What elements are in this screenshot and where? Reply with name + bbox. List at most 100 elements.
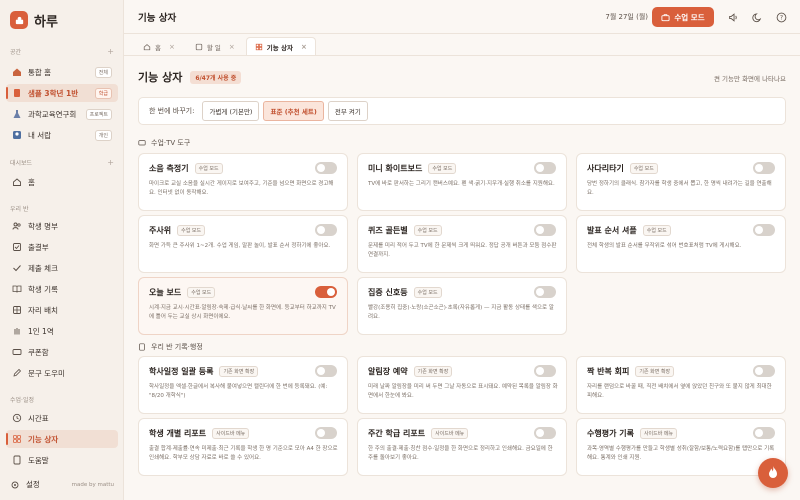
main-hint: 켠 기능만 화면에 나타나요 <box>714 75 786 83</box>
space-badge: 전체 <box>94 66 112 78</box>
card-title: 미니 화이트보드 <box>368 163 423 173</box>
feature-toggle[interactable] <box>315 365 337 377</box>
main-header: 기능 상자 6/47개 사용 중 <box>138 69 242 85</box>
sidebar-item-timetable[interactable]: 시간표 <box>6 409 118 427</box>
page-title: 기능 상자 <box>138 12 177 24</box>
coupon-icon <box>12 347 22 357</box>
feature-toggle[interactable] <box>534 162 556 174</box>
tab-home[interactable]: 홈 × <box>134 37 184 55</box>
card-title: 짝 반복 회피 <box>587 366 630 376</box>
preset-light-button[interactable]: 가볍게 (기본만) <box>202 101 260 121</box>
close-icon[interactable]: × <box>229 43 235 51</box>
feature-card[interactable]: 수행평가 기록 사이드바 메뉴 과목·영역별 수행평가를 만들고 학생별 성취(잘함… <box>576 418 786 476</box>
card-tag: 수업 모드 <box>187 286 216 298</box>
preset-all-button[interactable]: 전부 켜기 <box>327 101 368 121</box>
settings-link[interactable]: 설정 <box>26 479 72 490</box>
card-description: 한 주의 출결·제출·칭찬 점수·일정을 한 화면으로 정리하고 인쇄해요. 금… <box>368 446 553 461</box>
card-title: 집중 신호등 <box>368 287 408 297</box>
feature-toggle[interactable] <box>534 427 556 439</box>
sidebar-item-seating[interactable]: 자리 배치 <box>6 301 118 319</box>
feature-card[interactable]: 퀴즈 골든벨 수업 모드 문제를 미리 적어 두고 TV에 한 문제씩 크게 띄워요… <box>357 215 567 273</box>
feature-card[interactable]: 오늘 보드 수업 모드 시계·지금 교시·시간표·알림장·숙제·급식·날씨를 한 화… <box>138 277 348 335</box>
people-icon <box>12 221 22 231</box>
sidebar-item-attendance[interactable]: 출결부 <box>6 238 118 256</box>
feature-toggle[interactable] <box>315 224 337 236</box>
sidebar-item-roster[interactable]: 학생 명부 <box>6 217 118 235</box>
tab-todo[interactable]: 할 일 × <box>186 37 244 55</box>
feature-toggle[interactable] <box>315 286 337 298</box>
feature-card[interactable]: 주사위 수업 모드 화면 가득 큰 주사위 1~2개. 수업 게임, 말판 놀이, … <box>138 215 348 273</box>
apps-icon <box>12 434 22 444</box>
sidebar-item-sample-class[interactable]: 샘플 3학년 1반 학급 <box>6 84 118 102</box>
feature-toggle[interactable] <box>534 365 556 377</box>
card-description: 전체 학생의 발표 순서를 무작위로 섞어 번호표처럼 TV에 게시해요. <box>587 243 742 249</box>
sidebar-item-student-records[interactable]: 학생 기록 <box>6 280 118 298</box>
preset-standard-button[interactable]: 표준 (추천 세트) <box>263 101 324 121</box>
feature-card[interactable]: 알림장 예약 기존 화면 확장 미래 날짜 알림장을 미리 써 두면 그날 자동으로… <box>357 356 567 414</box>
feature-card[interactable]: 사다리타기 수업 모드 당번 정하기의 클래식. 참가자를 학생 중에서 뽑고, 한… <box>576 153 786 211</box>
feature-card[interactable]: 짝 반복 회피 기존 화면 확장 자리를 랜덤으로 바꿀 때, 직전 배치에서 옆에… <box>576 356 786 414</box>
feature-toggle[interactable] <box>753 224 775 236</box>
close-icon[interactable]: × <box>169 43 175 51</box>
card-header: 오늘 보드 수업 모드 <box>149 286 337 298</box>
sidebar-item-home[interactable]: 홈 <box>6 173 118 191</box>
gear-icon[interactable] <box>10 480 20 490</box>
card-tag: 수업 모드 <box>428 162 457 174</box>
feature-toggle[interactable] <box>753 427 775 439</box>
card-description: 과목·영역별 수행평가를 만들고 학생별 성취(잘함/보통/노력요함)를 탭만으… <box>587 446 775 461</box>
quick-action-button[interactable] <box>758 458 788 488</box>
card-tag: 수업 모드 <box>413 286 442 298</box>
moon-icon[interactable] <box>750 10 764 24</box>
feature-card[interactable]: 집중 신호등 수업 모드 빨강(조용히 집중)·노랑(소곤소곤)·초록(자유롭게) … <box>357 277 567 335</box>
add-dashboard-icon[interactable]: + <box>107 158 114 167</box>
section-label: 공간 <box>10 48 22 56</box>
class-mode-button[interactable]: 수업 모드 <box>652 7 714 27</box>
svg-text:?: ? <box>779 14 782 21</box>
sidebar-item-help[interactable]: 도움말 <box>6 451 118 469</box>
sidebar-item-submission[interactable]: 제출 체크 <box>6 259 118 277</box>
sidebar-item-label: 도움말 <box>28 455 49 465</box>
sidebar-item-science-club[interactable]: 과학교육연구회 프로젝트 <box>6 105 118 123</box>
section-class-tv-tools: 수업·TV 도구 <box>138 138 190 148</box>
section-label: 수업·일정 <box>10 396 34 404</box>
feature-toggle[interactable] <box>315 427 337 439</box>
sidebar-item-roles[interactable]: 1인 1역 <box>6 322 118 340</box>
card-header: 주간 학급 리포트 사이드바 메뉴 <box>368 427 556 439</box>
usage-badge: 6/47개 사용 중 <box>190 70 242 84</box>
sidebar-item-integrated-home[interactable]: 통합 홈 전체 <box>6 63 118 81</box>
feature-toggle[interactable] <box>534 286 556 298</box>
feature-card[interactable]: 발표 순서 셔플 수업 모드 전체 학생의 발표 순서를 무작위로 섞어 번호표처럼… <box>576 215 786 273</box>
home-tab-icon <box>143 43 151 51</box>
volume-icon[interactable] <box>726 10 740 24</box>
feature-card[interactable]: 소음 측정기 수업 모드 마이크로 교실 소음을 실시간 게이지로 보여주고, 기준… <box>138 153 348 211</box>
app-logo-icon <box>10 11 28 29</box>
feature-card[interactable]: 주간 학급 리포트 사이드바 메뉴한 주의 출결·제출·칭찬 점수·일정을 한 화… <box>357 418 567 476</box>
feature-card[interactable]: 미니 화이트보드 수업 모드 TV에 바로 판서하는 그리기 캔버스예요. 펜 색·… <box>357 153 567 211</box>
card-header: 소음 측정기 수업 모드 <box>149 162 337 174</box>
feature-card[interactable]: 학사일정 일괄 등록 기존 화면 확장 학사일정을 엑셀·한글에서 복사해 붙여넣으… <box>138 356 348 414</box>
sidebar-item-label: 1인 1역 <box>28 326 54 336</box>
sidebar-item-coupons[interactable]: 쿠폰함 <box>6 343 118 361</box>
feature-card[interactable]: 학생 개별 리포트 사이드바 메뉴 출결 합계·제출률·연속 미제출·최근 기록을 … <box>138 418 348 476</box>
card-title: 수행평가 기록 <box>587 428 634 438</box>
sidebar-item-phrase-helper[interactable]: 문구 도우미 <box>6 364 118 382</box>
help-icon[interactable]: ? <box>774 10 788 24</box>
feature-toggle[interactable] <box>315 162 337 174</box>
brand[interactable]: 하루 <box>10 10 58 30</box>
sidebar-item-my-drawer[interactable]: 내 서랍 개인 <box>6 126 118 144</box>
add-space-icon[interactable]: + <box>107 47 114 56</box>
tab-bar: 홈 × 할 일 × 기능 상자 × <box>124 34 800 56</box>
card-header: 주사위 수업 모드 <box>149 224 337 236</box>
sidebar-item-feature-box[interactable]: 기능 상자 <box>6 430 118 448</box>
close-icon[interactable]: × <box>301 43 307 51</box>
feature-toggle[interactable] <box>753 162 775 174</box>
tab-label: 할 일 <box>206 43 221 52</box>
book-icon <box>12 88 22 98</box>
sidebar-item-label: 자리 배치 <box>28 305 58 315</box>
made-by-credit: made by mattu <box>71 481 114 488</box>
tab-label: 홈 <box>155 43 161 52</box>
feature-toggle[interactable] <box>534 224 556 236</box>
card-tag: 수업 모드 <box>177 224 206 236</box>
tab-feature-box[interactable]: 기능 상자 × <box>245 37 316 55</box>
feature-toggle[interactable] <box>753 365 775 377</box>
